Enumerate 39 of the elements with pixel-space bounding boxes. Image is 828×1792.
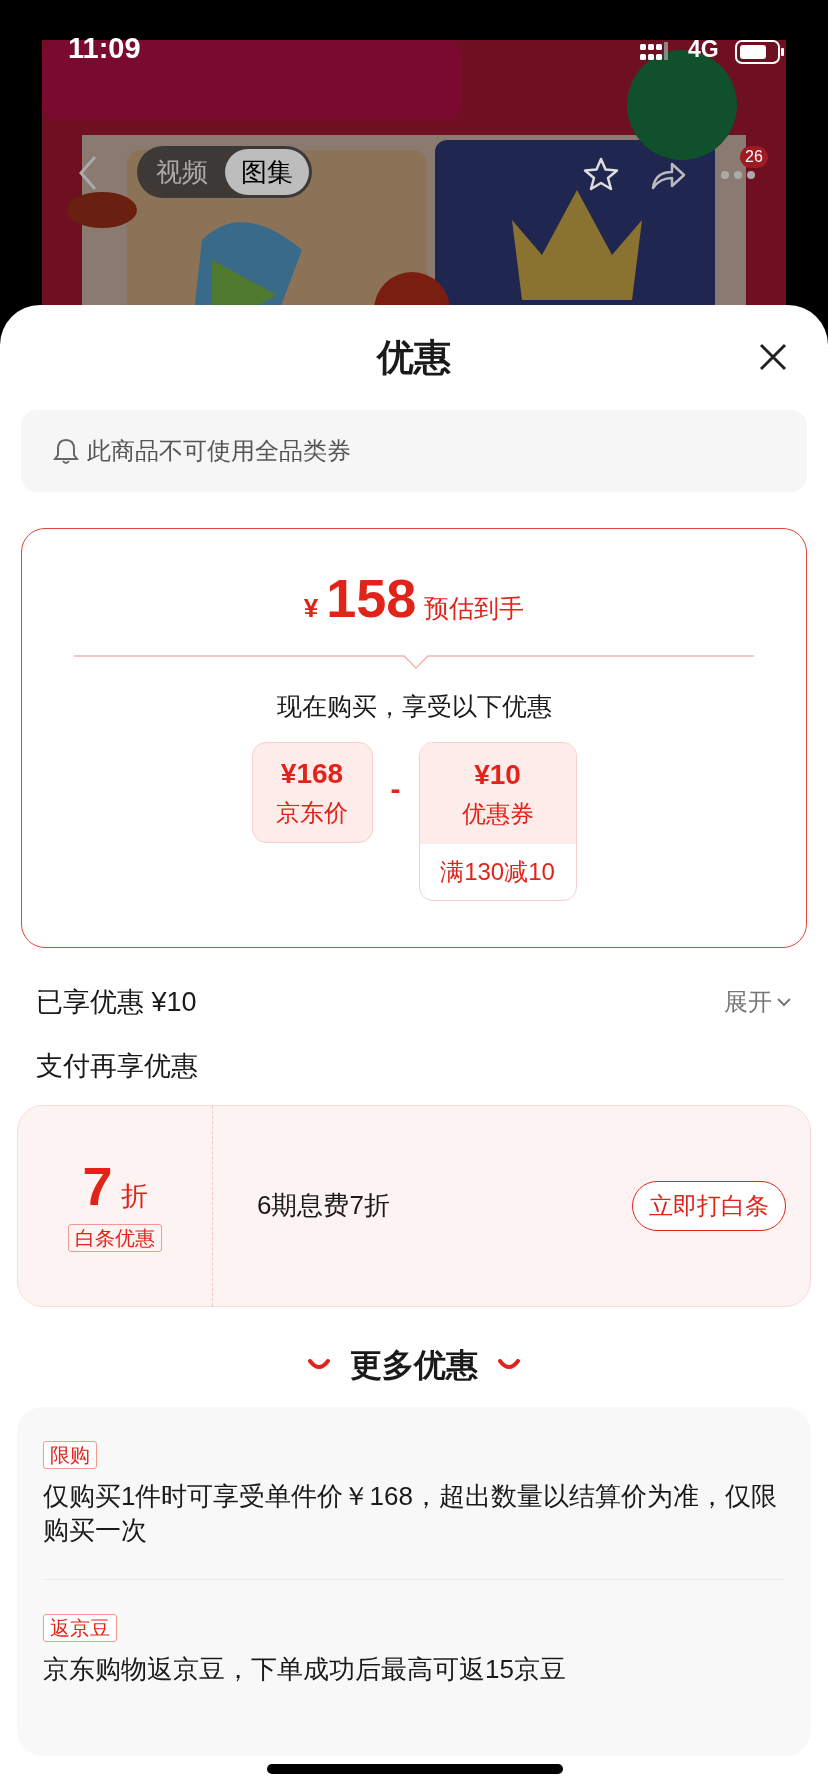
coupon-amount: ¥10	[474, 758, 521, 792]
gallery-tab[interactable]: 视频	[140, 149, 225, 195]
gallery-tab[interactable]: 图集	[224, 149, 309, 195]
network-label: 4G	[688, 38, 719, 61]
more-title: 更多优惠	[350, 1345, 478, 1385]
coupon-label: 优惠券	[461, 799, 534, 829]
enjoyed-discount: 已享优惠 ¥10	[36, 985, 197, 1019]
sheet-title: 优惠	[377, 335, 451, 380]
status-time: 11:09	[68, 34, 141, 63]
estimate-label: 预估到手	[424, 593, 525, 624]
discount-value: 7	[82, 1158, 113, 1213]
baitiao-button[interactable]: 立即打白条	[632, 1180, 786, 1231]
offer-tag: 返京豆	[43, 1613, 117, 1642]
estimated-price: 158	[326, 571, 417, 625]
star-icon[interactable]	[583, 157, 619, 191]
more-icon[interactable]	[720, 170, 756, 180]
close-icon[interactable]	[759, 343, 787, 371]
baitiao-tag: 白条优惠	[68, 1224, 162, 1253]
smile-icon	[498, 1358, 520, 1371]
offer-tag: 限购	[43, 1440, 97, 1469]
chevron-down-icon	[776, 997, 792, 1007]
offer-text: 京东购物返京豆，下单成功后最高可返15京豆	[43, 1652, 567, 1686]
back-icon[interactable]	[78, 155, 98, 191]
bell-icon	[53, 437, 79, 465]
coupon-condition: 满130减10	[440, 856, 555, 887]
battery-icon	[735, 40, 785, 64]
expand-link[interactable]: 展开	[724, 984, 792, 1020]
offer-subtitle: 现在购买，享受以下优惠	[276, 691, 552, 722]
minus-sign: -	[390, 770, 401, 807]
share-icon[interactable]	[650, 160, 686, 190]
smile-icon	[308, 1358, 330, 1371]
price-label: 京东价	[276, 798, 348, 828]
currency-symbol: ¥	[303, 592, 319, 625]
discount-unit: 折	[120, 1179, 148, 1213]
section-title: 支付再享优惠	[36, 1050, 199, 1083]
price-amount: ¥168	[280, 757, 344, 791]
notice-text: 此商品不可使用全品类券	[87, 436, 351, 466]
offer-description: 6期息费7折	[257, 1189, 391, 1222]
offer-text: 仅购买1件时可享受单件价￥168，超出数量以结算价为准，仅限购买一次	[43, 1479, 778, 1547]
